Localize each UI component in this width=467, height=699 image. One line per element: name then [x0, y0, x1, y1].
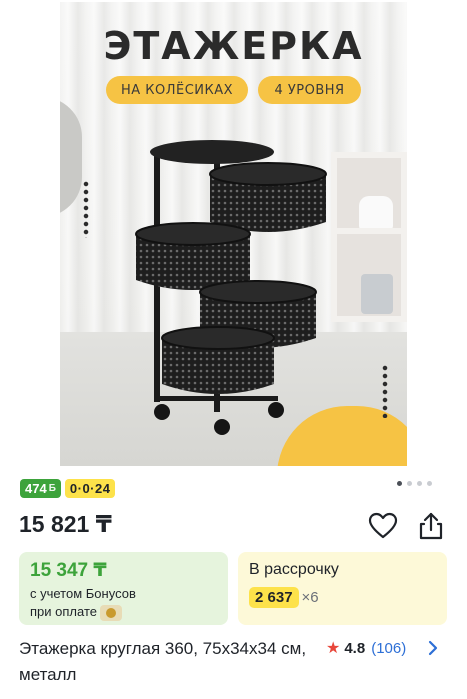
pager-dot[interactable]: [427, 481, 432, 486]
bonus-badge: 474 Б: [20, 479, 61, 498]
share-icon[interactable]: [417, 511, 445, 541]
installment-amount: 2 637: [249, 587, 299, 608]
bonus-price: 15 347 ₸: [30, 560, 107, 581]
heart-icon[interactable]: [368, 512, 398, 540]
bonus-symbol: Б: [48, 483, 56, 494]
bonus-price-card[interactable]: 15 347 ₸ с учетом Бонусов при оплате: [19, 552, 228, 625]
pager-dot[interactable]: [407, 481, 412, 486]
gallery-pager[interactable]: [397, 481, 432, 486]
rating[interactable]: ★ 4.8 (106): [326, 638, 406, 658]
price: 15 821 ₸: [19, 511, 112, 537]
installment-plan-badge: 0·0·24: [64, 479, 116, 498]
installment-label: В рассрочку: [249, 561, 339, 578]
product-title: Этажерка круглая 360, 75x34x34 см, метал…: [19, 639, 307, 684]
reviews-count-link[interactable]: (106): [371, 640, 406, 657]
badges-row: 474 Б 0·0·24: [20, 479, 116, 498]
installment-card[interactable]: В рассрочку 2 637 ×6: [238, 552, 447, 625]
chevron-right-icon[interactable]: [427, 639, 439, 657]
pager-dot[interactable]: [417, 481, 422, 486]
coin-icon: [99, 604, 122, 621]
star-icon: ★: [326, 640, 341, 657]
pager-dot[interactable]: [397, 481, 402, 486]
installment-multiplier: ×6: [301, 589, 319, 606]
product-image[interactable]: ЭТАЖЕРКА НА КОЛЁСИКАХ 4 УРОВНЯ: [60, 2, 407, 466]
rolling-stand-illustration: [135, 140, 327, 435]
product-title-row: Этажерка круглая 360, 75x34x34 см, метал…: [19, 636, 449, 688]
bonus-description: с учетом Бонусов при оплате: [30, 586, 136, 621]
rating-value: 4.8: [344, 639, 366, 657]
